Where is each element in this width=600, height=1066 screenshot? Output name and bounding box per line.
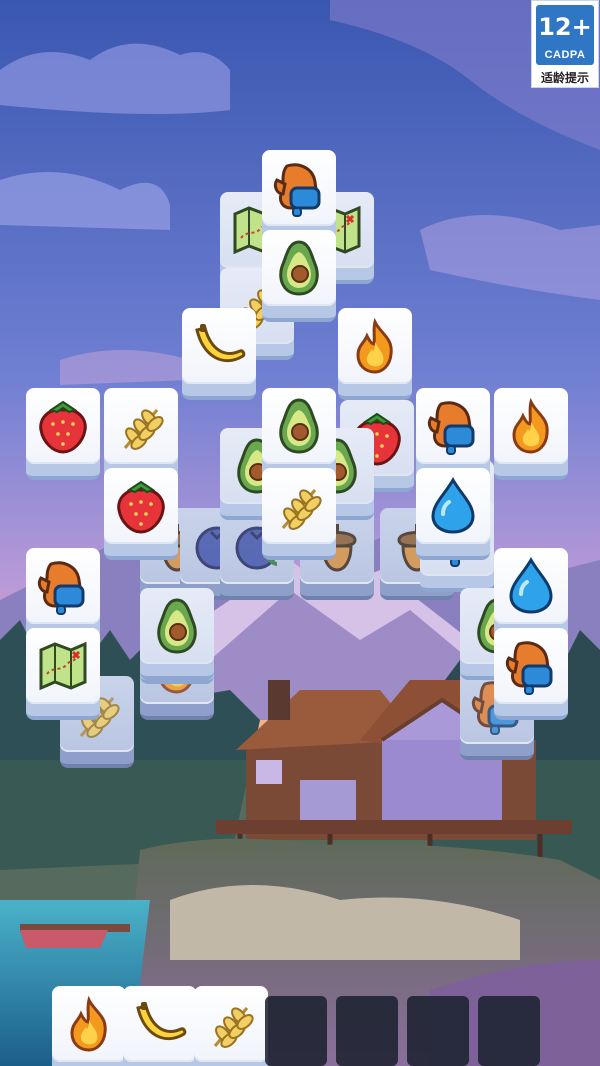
water-drop-icon	[509, 556, 553, 614]
tile-water-drop[interactable]	[416, 468, 494, 562]
fire-icon	[356, 317, 393, 374]
strawberry-icon	[117, 480, 165, 534]
tile-mitten[interactable]	[494, 628, 572, 722]
tile-strawberry[interactable]	[104, 468, 182, 562]
tile-banana[interactable]	[182, 308, 260, 402]
tray-tile-wheat	[194, 986, 272, 1066]
collection-tray	[52, 986, 546, 1066]
tray-slot-empty	[265, 996, 327, 1066]
banana-icon	[136, 1002, 187, 1041]
tile-strawberry[interactable]	[26, 388, 104, 482]
tile-map[interactable]	[26, 628, 104, 722]
tray-slot-empty	[478, 996, 540, 1066]
tray-tile-banana	[123, 986, 201, 1066]
wheat-icon	[213, 1007, 254, 1048]
tray-tile-fire	[52, 986, 130, 1066]
wheat-icon	[123, 409, 164, 450]
map-icon	[39, 641, 87, 691]
tray-slot-empty	[407, 996, 469, 1066]
avocado-icon	[157, 598, 197, 654]
banana-icon	[195, 324, 246, 363]
age-rating-panel: 12+ CADPA	[536, 5, 594, 65]
tile-avocado	[140, 588, 218, 682]
mitten-icon	[505, 641, 553, 695]
avocado-icon	[279, 240, 319, 296]
mitten-icon	[37, 561, 85, 615]
wheat-icon	[281, 489, 322, 530]
tile-avocado[interactable]	[262, 230, 340, 324]
water-drop-icon	[431, 476, 475, 534]
age-rating-org: CADPA	[544, 49, 586, 61]
tile-wheat[interactable]	[262, 468, 340, 562]
tray-slot-empty	[336, 996, 398, 1066]
mitten-icon	[427, 401, 475, 455]
avocado-icon	[279, 398, 319, 454]
age-rating-hint: 适龄提示	[540, 71, 589, 85]
strawberry-icon	[39, 400, 87, 454]
age-rating-badge: 12+ CADPA 适龄提示	[531, 0, 599, 88]
tile-fire[interactable]	[338, 308, 416, 402]
game-screen: 12+ CADPA 适龄提示	[0, 0, 600, 1066]
fire-icon	[512, 397, 549, 454]
mitten-icon	[273, 163, 321, 217]
fire-icon	[70, 995, 107, 1052]
age-rating-label: 12+	[538, 13, 592, 41]
tile-fire[interactable]	[494, 388, 572, 482]
